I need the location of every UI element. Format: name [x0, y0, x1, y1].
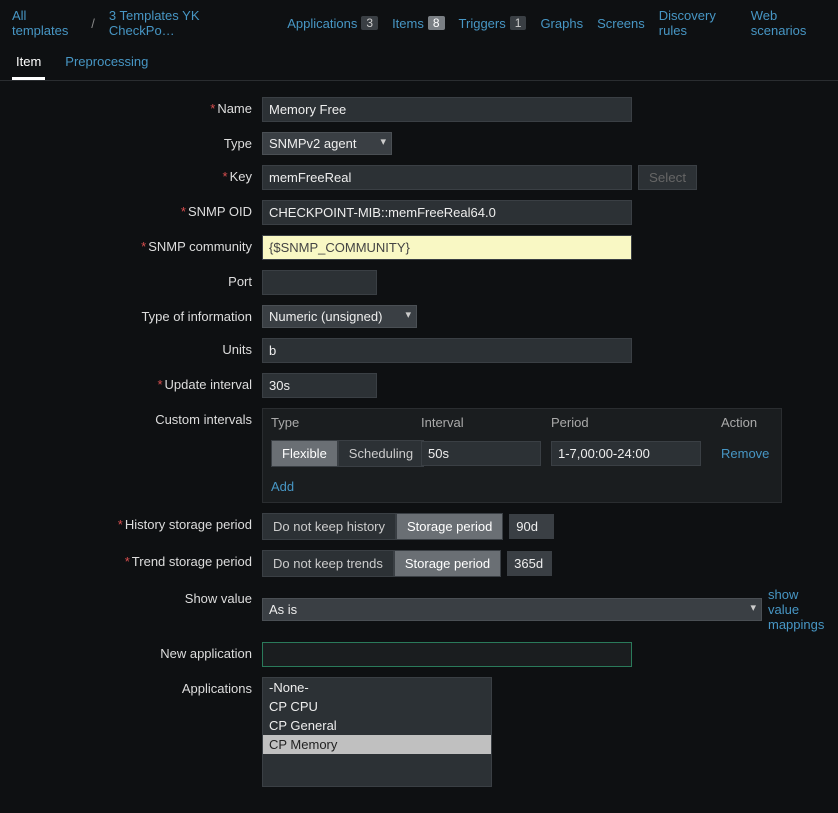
units-input[interactable]	[262, 338, 632, 363]
interval-remove-link[interactable]: Remove	[721, 446, 769, 461]
label-custom-intervals: Custom intervals	[12, 408, 262, 427]
item-form: *Name Type SNMPv2 agent *Key Select *SNM…	[0, 81, 838, 813]
interval-scheduling-btn[interactable]: Scheduling	[338, 440, 424, 467]
trend-nokeep-btn[interactable]: Do not keep trends	[262, 550, 394, 577]
interval-delay-input[interactable]	[421, 441, 541, 466]
label-trend: *Trend storage period	[12, 550, 262, 569]
nav-web[interactable]: Web scenarios	[751, 8, 826, 38]
app-option-none[interactable]: -None-	[263, 678, 491, 697]
th-action: Action	[721, 415, 791, 430]
nav-triggers[interactable]: Triggers 1	[459, 16, 527, 31]
label-type: Type	[12, 132, 262, 151]
applications-count: 3	[361, 16, 378, 30]
triggers-count: 1	[510, 16, 527, 30]
label-show-value: Show value	[12, 587, 262, 606]
label-port: Port	[12, 270, 262, 289]
tab-preprocessing[interactable]: Preprocessing	[61, 46, 152, 80]
snmp-oid-input[interactable]	[262, 200, 632, 225]
snmp-community-input[interactable]	[262, 235, 632, 260]
label-name: *Name	[12, 97, 262, 116]
label-update-interval: *Update interval	[12, 373, 262, 392]
template-crumb[interactable]: 3 Templates YK CheckPo…	[109, 8, 249, 38]
items-count: 8	[428, 16, 445, 30]
tabs: Item Preprocessing	[0, 46, 838, 81]
name-input[interactable]	[262, 97, 632, 122]
update-interval-input[interactable]	[262, 373, 377, 398]
breadcrumb-sep: /	[91, 16, 95, 31]
label-snmp-community: *SNMP community	[12, 235, 262, 254]
type-info-select[interactable]: Numeric (unsigned)	[262, 305, 417, 328]
th-type: Type	[271, 415, 421, 430]
applications-listbox[interactable]: -None- CP CPU CP General CP Memory	[262, 677, 492, 787]
interval-add-link[interactable]: Add	[271, 479, 294, 494]
label-snmp-oid: *SNMP OID	[12, 200, 262, 219]
new-application-input[interactable]	[262, 642, 632, 667]
interval-period-input[interactable]	[551, 441, 701, 466]
history-value-input[interactable]	[509, 514, 554, 539]
trend-storage-btn[interactable]: Storage period	[394, 550, 501, 577]
label-history: *History storage period	[12, 513, 262, 532]
app-option-memory[interactable]: CP Memory	[263, 735, 491, 754]
history-nokeep-btn[interactable]: Do not keep history	[262, 513, 396, 540]
show-value-select[interactable]: As is	[262, 598, 762, 621]
trend-value-input[interactable]	[507, 551, 552, 576]
th-period: Period	[551, 415, 721, 430]
nav-items[interactable]: Items 8	[392, 16, 444, 31]
interval-flexible-btn[interactable]: Flexible	[271, 440, 338, 467]
nav-applications[interactable]: Applications 3	[287, 16, 378, 31]
key-input[interactable]	[262, 165, 632, 190]
nav-discovery[interactable]: Discovery rules	[659, 8, 737, 38]
nav-graphs[interactable]: Graphs	[540, 16, 583, 31]
label-key: *Key	[12, 165, 262, 184]
label-type-info: Type of information	[12, 305, 262, 324]
label-new-app: New application	[12, 642, 262, 661]
port-input[interactable]	[262, 270, 377, 295]
all-templates-link[interactable]: All templates	[12, 8, 77, 38]
label-applications: Applications	[12, 677, 262, 696]
type-select[interactable]: SNMPv2 agent	[262, 132, 392, 155]
history-storage-btn[interactable]: Storage period	[396, 513, 503, 540]
select-button[interactable]: Select	[638, 165, 697, 190]
nav-screens[interactable]: Screens	[597, 16, 645, 31]
custom-intervals-table: Type Interval Period Action Flexible Sch…	[262, 408, 782, 503]
tab-item[interactable]: Item	[12, 46, 45, 80]
th-interval: Interval	[421, 415, 551, 430]
app-option-cpu[interactable]: CP CPU	[263, 697, 491, 716]
show-value-mappings-link[interactable]: show value mappings	[768, 587, 826, 632]
breadcrumb-nav: All templates / 3 Templates YK CheckPo… …	[0, 0, 838, 46]
app-option-general[interactable]: CP General	[263, 716, 491, 735]
label-units: Units	[12, 338, 262, 357]
